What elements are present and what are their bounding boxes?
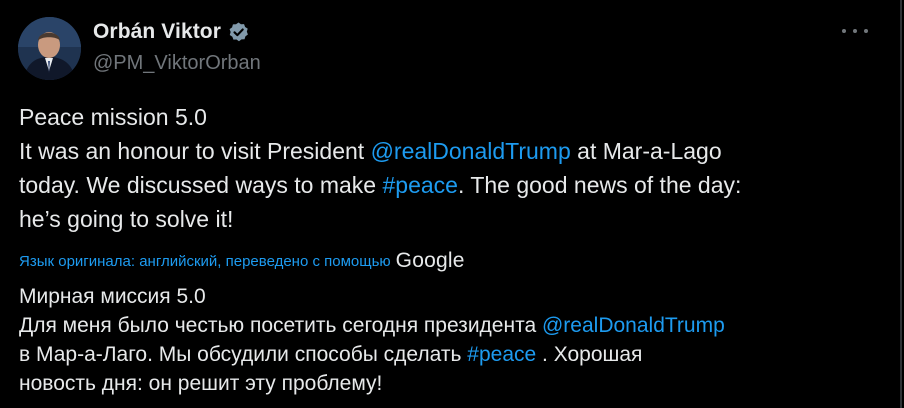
google-logo: Google: [395, 249, 465, 272]
tweet-line: he’s going to solve it!: [19, 206, 234, 232]
translated-line: новость дня: он решит эту проблему!: [19, 372, 383, 395]
translated-line: Для меня было честью посетить сегодня пр…: [19, 311, 879, 340]
translation-notice-text[interactable]: Язык оригинала: английский, переведено с…: [19, 253, 391, 270]
translated-text-segment: . Хорошая: [536, 343, 643, 366]
avatar-photo-icon: [18, 17, 81, 80]
translation-notice[interactable]: Язык оригинала: английский, переведено с…: [19, 249, 465, 273]
more-dots-icon[interactable]: [842, 24, 868, 38]
translated-text-segment: Для меня было честью посетить сегодня пр…: [19, 314, 542, 337]
hashtag-link[interactable]: #peace: [467, 343, 536, 366]
more-dot: [864, 29, 868, 33]
tweet-card: Orbán Viktor @PM_ViktorOrban Peace missi…: [0, 0, 902, 408]
tweet-text-segment: It was an honour to visit President: [19, 138, 371, 164]
translated-text: Мирная миссия 5.0 Для меня было честью п…: [19, 282, 879, 398]
mention-link[interactable]: @realDonaldTrump: [542, 314, 725, 337]
author-display-name[interactable]: Orbán Viktor: [93, 20, 221, 44]
mention-link[interactable]: @realDonaldTrump: [371, 138, 571, 164]
author-handle[interactable]: @PM_ViktorOrban: [93, 52, 261, 75]
tweet-text-segment: at Mar-a-Lago: [570, 138, 722, 164]
verified-badge-icon: [227, 21, 250, 44]
tweet-line: It was an honour to visit President @rea…: [19, 134, 859, 168]
more-dot: [853, 29, 857, 33]
tweet-text-segment: today. We discussed ways to make: [19, 172, 383, 198]
tweet-line: Peace mission 5.0: [19, 104, 207, 130]
translated-text-segment: в Мар-а-Лаго. Мы обсудили способы сделат…: [19, 343, 468, 366]
tweet-text-segment: . The good news of the day:: [457, 172, 742, 198]
avatar[interactable]: [18, 17, 81, 80]
translated-line: в Мар-а-Лаго. Мы обсудили способы сделат…: [19, 340, 879, 369]
hashtag-link[interactable]: #peace: [382, 172, 457, 198]
translated-line: Мирная миссия 5.0: [19, 285, 206, 308]
more-dot: [842, 29, 846, 33]
tweet-line: today. We discussed ways to make #peace.…: [19, 168, 859, 202]
author-name-row[interactable]: Orbán Viktor: [93, 20, 250, 44]
tweet-text: Peace mission 5.0 It was an honour to vi…: [19, 100, 859, 236]
